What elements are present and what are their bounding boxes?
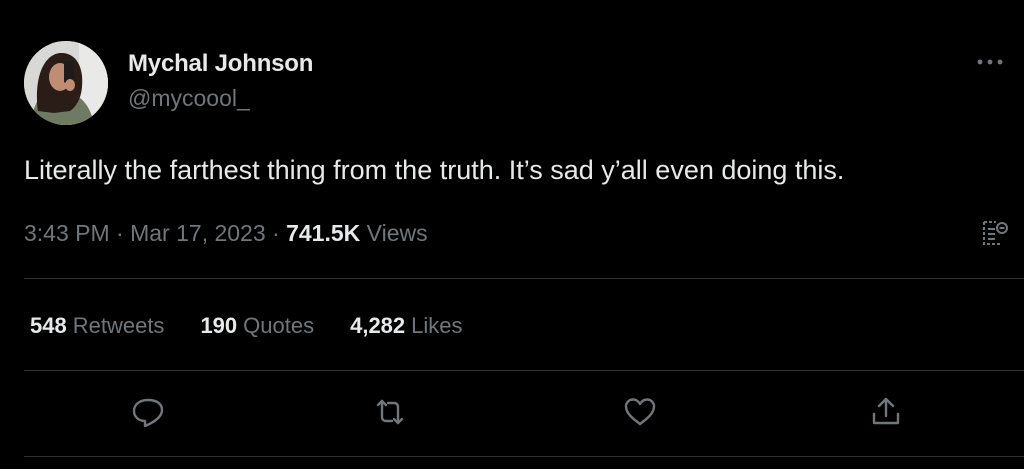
views-count: 741.5K [286,220,361,246]
divider [24,278,1024,279]
views-label: Views [360,220,428,246]
retweets-label: Retweets [72,313,165,338]
quotes-count: 190 [200,313,238,338]
like-icon[interactable] [620,392,660,432]
author-name[interactable]: Mychal Johnson [128,50,313,78]
author-info: Mychal Johnson @mycoool_ [128,50,313,112]
tweet-text: Literally the farthest thing from the tr… [24,155,845,185]
meta-separator: · [109,220,131,246]
avatar[interactable] [24,41,108,125]
retweet-icon[interactable] [370,392,410,432]
reply-icon[interactable] [128,392,168,432]
tweet-detail: Mychal Johnson @mycoool_ Literally the f… [0,0,1024,469]
engagement-stats: 548 Retweets 190 Quotes 4,282 Likes [30,312,463,340]
quotes-stat[interactable]: 190 Quotes [200,312,314,340]
retweets-stat[interactable]: 548 Retweets [30,312,164,340]
meta-separator: · [265,220,287,246]
likes-count: 4,282 [350,313,406,338]
share-icon[interactable] [866,392,906,432]
action-bar [0,392,1024,436]
avatar-photo [24,41,108,125]
tweet-time[interactable]: 3:43 PM [24,220,110,246]
divider [24,456,1024,457]
tweet-date[interactable]: Mar 17, 2023 [130,220,266,246]
tweet-meta: 3:43 PM · Mar 17, 2023 · 741.5K Views [24,218,428,248]
retweets-count: 548 [30,313,67,338]
likes-label: Likes [411,313,463,338]
author-handle[interactable]: @mycoool_ [128,84,313,112]
more-horizontal-icon[interactable] [974,52,1006,72]
divider [24,370,1024,371]
quotes-label: Quotes [243,313,315,338]
likes-stat[interactable]: 4,282 Likes [350,312,462,340]
analytics-icon[interactable] [978,216,1012,250]
